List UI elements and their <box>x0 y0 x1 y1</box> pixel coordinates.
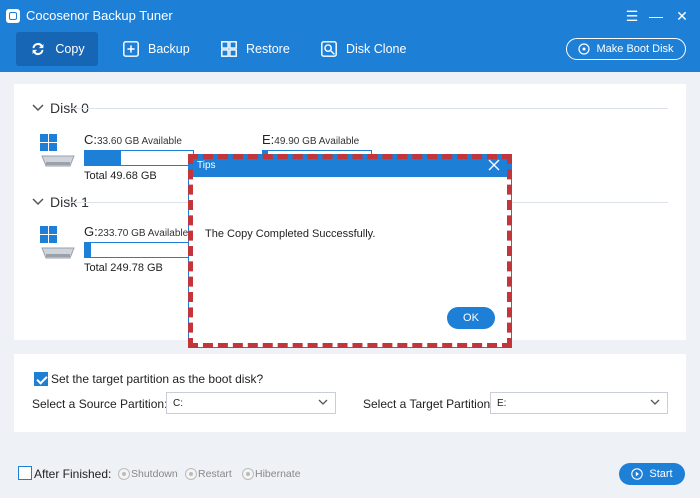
chevron-down-icon <box>650 399 660 405</box>
target-partition-label: Select a Target Partition: <box>363 397 494 411</box>
copy-button[interactable]: Copy <box>16 32 98 66</box>
restart-label: Restart <box>198 468 232 480</box>
backup-icon <box>123 41 139 57</box>
chevron-down-icon <box>32 198 44 206</box>
app-logo-icon <box>6 9 20 23</box>
chevron-down-icon <box>32 104 44 112</box>
footer: After Finished: Shutdown Restart Hiberna… <box>0 448 700 498</box>
shutdown-label: Shutdown <box>131 468 178 480</box>
after-finished-checkbox[interactable] <box>18 466 32 480</box>
disk-clone-button[interactable]: Disk Clone <box>310 32 416 66</box>
partition-letter: E: <box>262 132 275 147</box>
close-icon[interactable]: ✕ <box>672 6 692 26</box>
source-partition-select[interactable]: C: <box>166 392 336 414</box>
chevron-down-icon <box>318 399 328 405</box>
disk-total: Total 249.78 GB <box>84 262 163 274</box>
usage-bar <box>84 242 194 258</box>
make-boot-disk-button[interactable]: Make Boot Disk <box>566 38 686 60</box>
minimize-icon[interactable]: — <box>646 6 666 26</box>
partition-available: 233.70 GB Available <box>97 228 189 239</box>
tips-dialog: Tips The Copy Completed Successfully. OK <box>188 154 512 348</box>
restore-icon <box>221 41 237 57</box>
usage-bar <box>84 150 194 166</box>
hibernate-radio[interactable] <box>242 468 254 480</box>
partition-available: 33.60 GB Available <box>97 136 182 147</box>
windows-drive-icon <box>40 226 75 259</box>
start-button[interactable]: Start <box>619 463 685 485</box>
options-panel: Set the target partition as the boot dis… <box>14 354 686 432</box>
play-icon <box>631 468 644 480</box>
dialog-title: Tips <box>197 160 216 171</box>
ok-button[interactable]: OK <box>447 307 495 329</box>
usage-bar-fill <box>85 243 92 257</box>
restore-button[interactable]: Restore <box>210 32 300 66</box>
source-partition-label: Select a Source Partition: <box>32 397 168 411</box>
hibernate-label: Hibernate <box>255 468 301 480</box>
target-partition-select[interactable]: E: <box>490 392 668 414</box>
partition-letter: G: <box>84 224 98 239</box>
after-finished-label: After Finished: <box>34 467 112 481</box>
shutdown-radio[interactable] <box>118 468 130 480</box>
disc-icon <box>578 43 591 55</box>
app-title: Cocosenor Backup Tuner <box>26 8 173 23</box>
disk-clone-icon <box>321 41 337 57</box>
boot-disk-label: Set the target partition as the boot dis… <box>51 372 264 386</box>
disk-total: Total 49.68 GB <box>84 170 157 182</box>
dialog-title-bar: Tips <box>189 155 511 177</box>
boot-disk-checkbox[interactable] <box>34 372 48 386</box>
usage-bar-fill <box>85 151 121 165</box>
partition-available: 49.90 GB Available <box>274 136 360 147</box>
restart-radio[interactable] <box>185 468 197 480</box>
windows-drive-icon <box>40 134 75 167</box>
partition-letter: C: <box>84 132 97 147</box>
toolbar: Copy Backup Restore Disk Clone Make Boot… <box>0 32 700 72</box>
menu-icon[interactable]: ☰ <box>622 6 642 26</box>
title-bar: Cocosenor Backup Tuner ☰ — ✕ <box>0 0 700 32</box>
close-icon[interactable] <box>487 158 501 172</box>
dialog-message: The Copy Completed Successfully. <box>205 228 376 240</box>
sync-icon <box>33 42 44 56</box>
backup-button[interactable]: Backup <box>112 32 200 66</box>
divider <box>68 108 668 109</box>
